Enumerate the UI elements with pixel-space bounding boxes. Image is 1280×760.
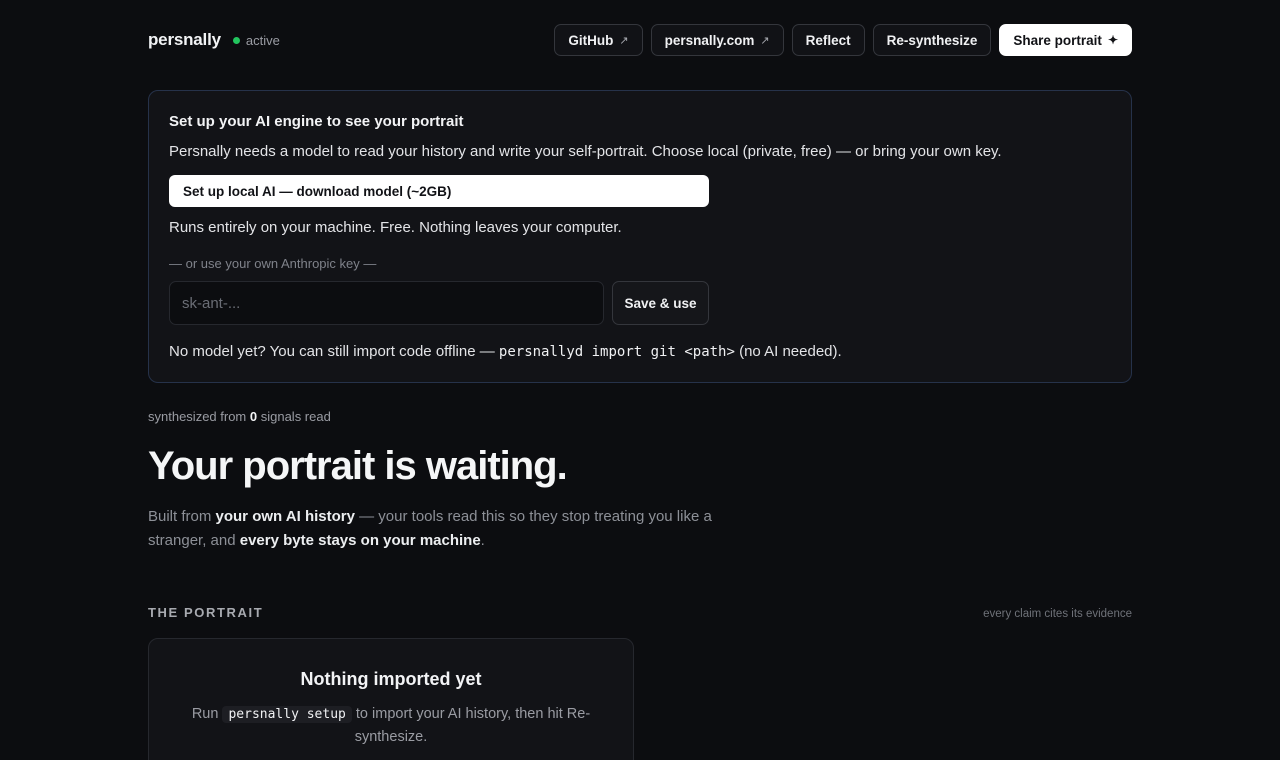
- share-portrait-button[interactable]: Share portrait ✦: [999, 24, 1132, 56]
- empty-state-title: Nothing imported yet: [300, 669, 482, 689]
- github-button-label: GitHub: [568, 32, 614, 48]
- setup-title: Set up your AI engine to see your portra…: [169, 113, 464, 130]
- ai-setup-card: Set up your AI engine to see your portra…: [148, 90, 1132, 383]
- offline-command: persnallyd import git <path>: [498, 344, 735, 360]
- lede-emphasis: your own AI history: [215, 508, 355, 525]
- share-portrait-button-label: Share portrait: [1013, 32, 1102, 48]
- lede-part: .: [480, 532, 485, 549]
- section-title: THE PORTRAIT: [148, 605, 264, 620]
- header: persnally active GitHub ↗ persnally.com …: [148, 0, 1132, 80]
- section-note: every claim cites its evidence: [983, 608, 1132, 620]
- lede-part: Built from: [148, 508, 216, 525]
- sparkle-icon: ✦: [1107, 33, 1118, 47]
- synth-prefix: synthesized from: [148, 409, 250, 424]
- page: persnally active GitHub ↗ persnally.com …: [148, 0, 1132, 760]
- website-button-label: persnally.com: [664, 32, 755, 48]
- signal-count: synthesized from 0 signals read: [148, 409, 1132, 424]
- resynthesize-button-label: Re-synthesize: [886, 32, 978, 48]
- empty-desc-prefix: Run: [191, 706, 223, 722]
- lede-emphasis: every byte stays on your machine: [239, 532, 481, 549]
- status-indicator: active: [232, 32, 280, 48]
- empty-desc-suffix: to import your AI history, then hit Re-s…: [351, 706, 591, 745]
- top-nav: GitHub ↗ persnally.com ↗ Reflect Re-synt…: [554, 24, 1132, 56]
- brand-name: persnally: [148, 30, 221, 49]
- offline-prefix: No model yet? You can still import code …: [169, 343, 499, 360]
- setup-local-ai-button[interactable]: Set up local AI — download model (~2GB): [169, 175, 709, 207]
- resynthesize-button[interactable]: Re-synthesize: [872, 24, 992, 56]
- status-dot-icon: [232, 36, 240, 44]
- page-title: Your portrait is waiting.: [148, 444, 568, 488]
- github-button[interactable]: GitHub ↗: [554, 24, 643, 56]
- empty-state-description: Run persnally setup to import your AI hi…: [179, 703, 603, 749]
- portrait-section-header: THE PORTRAIT every claim cites its evide…: [148, 605, 1132, 620]
- offline-suffix: (no AI needed).: [734, 343, 842, 360]
- setup-description: Persnally needs a model to read your his…: [169, 143, 1002, 160]
- or-divider-text: — or use your own Anthropic key —: [169, 256, 377, 271]
- reflect-button-label: Reflect: [805, 32, 851, 48]
- brand: persnally active: [148, 30, 280, 50]
- website-button[interactable]: persnally.com ↗: [650, 24, 784, 56]
- offline-import-note: No model yet? You can still import code …: [169, 343, 1111, 360]
- external-arrow-icon: ↗: [619, 34, 629, 47]
- anthropic-key-input[interactable]: [169, 281, 604, 325]
- empty-state-card: Nothing imported yet Run persnally setup…: [148, 638, 634, 760]
- local-ai-note: Runs entirely on your machine. Free. Not…: [169, 219, 622, 236]
- status-label: active: [245, 32, 280, 48]
- reflect-button[interactable]: Reflect: [791, 24, 865, 56]
- synth-suffix: signals read: [257, 409, 331, 424]
- setup-command: persnally setup: [222, 706, 352, 723]
- page-lede: Built from your own AI history — your to…: [148, 505, 728, 553]
- external-arrow-icon: ↗: [760, 34, 770, 47]
- save-key-button[interactable]: Save & use: [612, 281, 709, 325]
- api-key-row: Save & use: [169, 281, 709, 325]
